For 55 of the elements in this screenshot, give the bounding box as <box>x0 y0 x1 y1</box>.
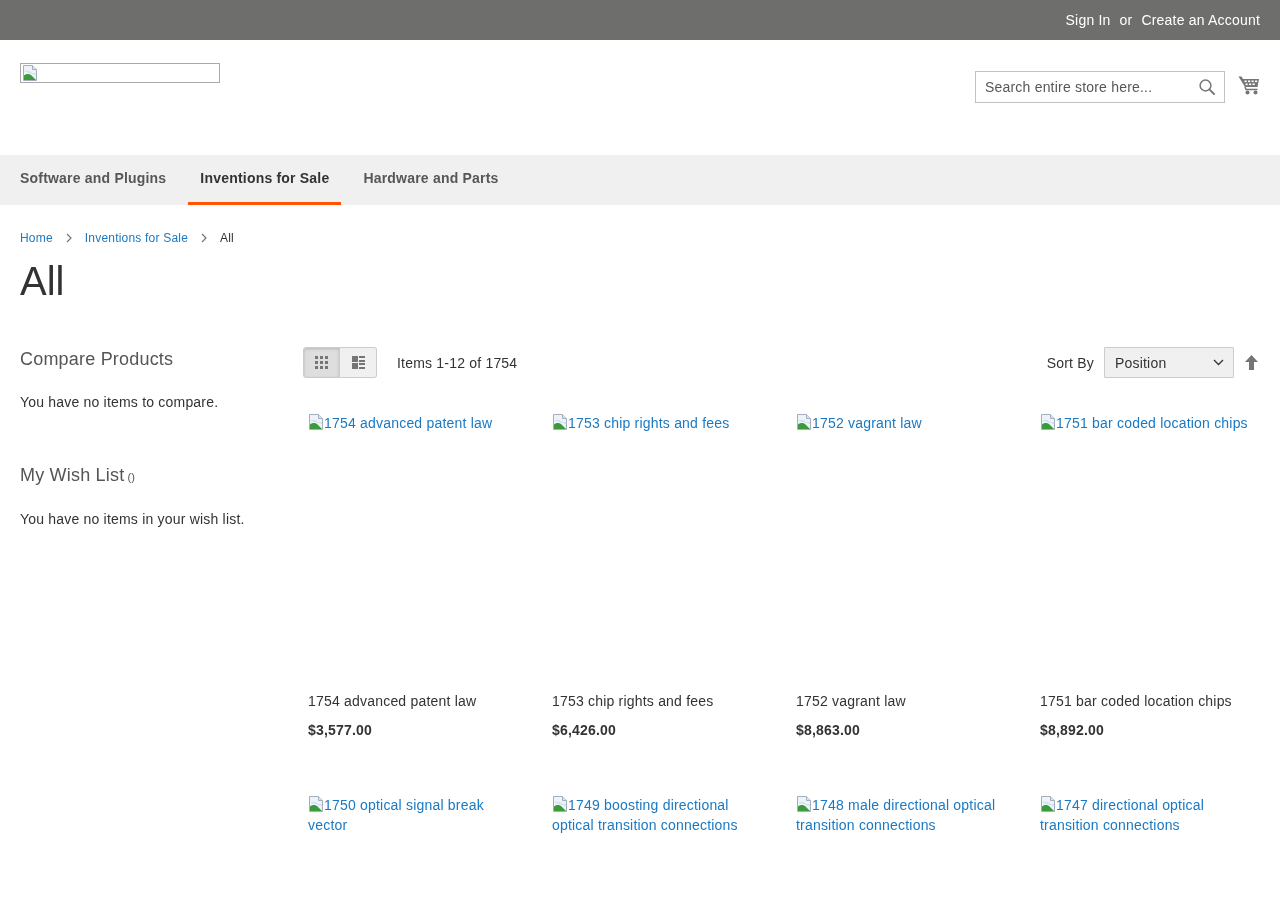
header-link[interactable]: Sign In <box>1065 12 1111 28</box>
product-image-link[interactable]: 1754 advanced patent law <box>308 413 493 433</box>
product-image-link[interactable]: 1747 directional optical transition connections <box>1040 795 1254 835</box>
logo-image-placeholder[interactable] <box>20 63 220 83</box>
product-price: $3,577.00 <box>308 722 373 738</box>
compare-empty-text: You have no items to compare. <box>20 393 220 412</box>
view-mode-button[interactable] <box>340 347 377 378</box>
breadcrumb-link[interactable]: Inventions for Sale <box>84 230 188 246</box>
wish-list-title: My Wish List <box>20 464 125 487</box>
product-name-link[interactable]: 1752 vagrant law <box>796 691 906 711</box>
sort-by-label: Sort By <box>1046 354 1094 371</box>
product-name-link[interactable]: 1753 chip rights and fees <box>552 691 714 711</box>
product-price: $8,892.00 <box>1040 722 1105 738</box>
search-field[interactable]: Search entire store here... <box>975 71 1225 103</box>
breadcrumb-current: All <box>220 230 234 246</box>
broken-image-icon <box>796 796 812 812</box>
broken-image-icon <box>552 796 568 812</box>
broken-image-icon <box>1040 796 1056 812</box>
search-icon[interactable] <box>1199 79 1215 95</box>
arrow-up-icon[interactable] <box>1245 355 1258 370</box>
compare-products-title: Compare Products <box>20 348 174 371</box>
product-image-link[interactable]: 1753 chip rights and fees <box>552 413 730 433</box>
wish-list-empty-text: You have no items in your wish list. <box>20 510 246 529</box>
product-image-link[interactable]: 1751 bar coded location chips <box>1040 413 1248 433</box>
product-image-link[interactable]: 1750 optical signal break vector <box>308 795 522 835</box>
broken-image-icon <box>552 414 568 430</box>
category-tab[interactable]: Inventions for Sale <box>188 155 342 205</box>
breadcrumb-link[interactable]: Home <box>20 230 53 246</box>
header-link[interactable]: Create an Account <box>1141 12 1260 28</box>
chevron-right-icon <box>65 233 72 243</box>
product-image-link[interactable]: 1748 male directional optical transition connections <box>796 795 1010 835</box>
chevron-down-icon <box>1213 359 1224 366</box>
chevron-right-icon <box>201 233 207 243</box>
product-name-link[interactable]: 1751 bar coded location chips <box>1040 691 1232 711</box>
item-count-text: Items 1-12 of 1754 <box>397 354 518 371</box>
broken-image-icon <box>308 796 324 812</box>
broken-image-icon <box>308 414 324 430</box>
product-price: $8,863.00 <box>796 722 861 738</box>
category-tab[interactable]: Hardware and Parts <box>351 155 511 205</box>
product-image-link[interactable]: 1749 boosting directional optical transition connections <box>552 795 766 835</box>
view-mode-button[interactable] <box>303 347 340 378</box>
header-separator-text: or <box>1119 12 1133 28</box>
product-name-link[interactable]: 1754 advanced patent law <box>308 691 477 711</box>
sort-select[interactable]: Position <box>1104 347 1234 378</box>
wish-list-counter: () <box>127 470 136 485</box>
list-view-icon <box>351 356 365 369</box>
broken-image-icon <box>796 414 812 430</box>
broken-image-icon <box>1040 414 1056 430</box>
category-tab[interactable]: Software and Plugins <box>8 155 179 205</box>
page-title: All <box>19 259 66 303</box>
shopping-cart-icon[interactable] <box>1238 75 1260 95</box>
grid-view-icon <box>315 356 328 369</box>
product-price: $6,426.00 <box>552 722 617 738</box>
product-image-link[interactable]: 1752 vagrant law <box>796 413 922 433</box>
broken-image-icon <box>22 65 38 81</box>
